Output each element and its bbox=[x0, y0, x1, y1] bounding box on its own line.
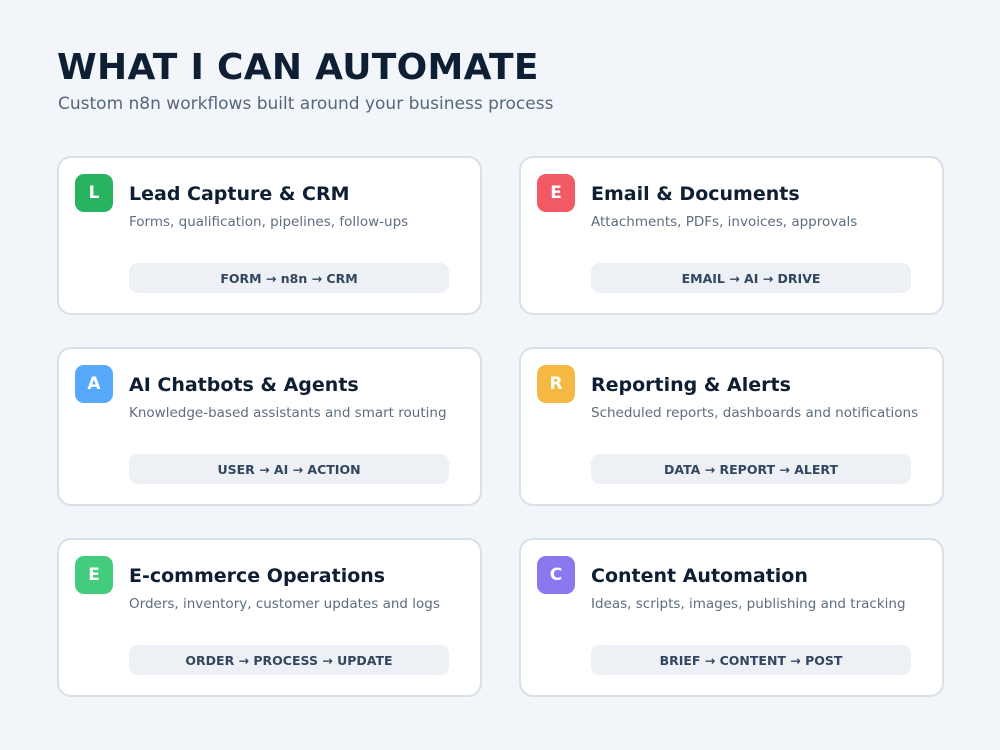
card-email-documents: E Email & Documents Attachments, PDFs, i… bbox=[519, 156, 944, 315]
card-title: Reporting & Alerts bbox=[591, 374, 791, 396]
card-description: Ideas, scripts, images, publishing and t… bbox=[591, 596, 906, 612]
page-title: WHAT I CAN AUTOMATE bbox=[57, 47, 539, 88]
workflow-flow-pill: ORDER → PROCESS → UPDATE bbox=[129, 645, 449, 675]
page-subtitle: Custom n8n workflows built around your b… bbox=[58, 94, 554, 114]
card-reporting-alerts: R Reporting & Alerts Scheduled reports, … bbox=[519, 347, 944, 506]
letter-badge-icon: R bbox=[537, 365, 575, 403]
letter-badge-icon: E bbox=[75, 556, 113, 594]
card-ecommerce-operations: E E-commerce Operations Orders, inventor… bbox=[57, 538, 482, 697]
workflow-flow-pill: FORM → n8n → CRM bbox=[129, 263, 449, 293]
workflow-flow-pill: DATA → REPORT → ALERT bbox=[591, 454, 911, 484]
card-ai-chatbots-agents: A AI Chatbots & Agents Knowledge-based a… bbox=[57, 347, 482, 506]
card-description: Orders, inventory, customer updates and … bbox=[129, 596, 440, 612]
card-description: Attachments, PDFs, invoices, approvals bbox=[591, 214, 858, 230]
card-description: Forms, qualification, pipelines, follow-… bbox=[129, 214, 409, 230]
card-lead-capture-crm: L Lead Capture & CRM Forms, qualificatio… bbox=[57, 156, 482, 315]
letter-badge-icon: C bbox=[537, 556, 575, 594]
workflow-flow-pill: EMAIL → AI → DRIVE bbox=[591, 263, 911, 293]
card-title: Content Automation bbox=[591, 565, 808, 587]
letter-badge-icon: A bbox=[75, 365, 113, 403]
card-title: E-commerce Operations bbox=[129, 565, 386, 587]
workflow-flow-pill: USER → AI → ACTION bbox=[129, 454, 449, 484]
automation-card-grid: L Lead Capture & CRM Forms, qualificatio… bbox=[57, 156, 944, 697]
workflow-flow-pill: BRIEF → CONTENT → POST bbox=[591, 645, 911, 675]
card-title: AI Chatbots & Agents bbox=[129, 374, 359, 396]
card-description: Knowledge-based assistants and smart rou… bbox=[129, 405, 447, 421]
letter-badge-icon: L bbox=[75, 174, 113, 212]
letter-badge-icon: E bbox=[537, 174, 575, 212]
card-title: Lead Capture & CRM bbox=[129, 183, 350, 205]
card-content-automation: C Content Automation Ideas, scripts, ima… bbox=[519, 538, 944, 697]
card-description: Scheduled reports, dashboards and notifi… bbox=[591, 405, 919, 421]
card-title: Email & Documents bbox=[591, 183, 800, 205]
